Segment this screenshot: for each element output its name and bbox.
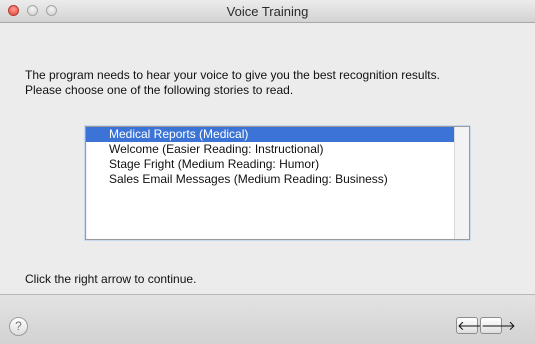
window-title: Voice Training <box>226 4 309 19</box>
story-item-sales-email-messages[interactable]: Sales Email Messages (Medium Reading: Bu… <box>86 172 469 187</box>
title-bar[interactable]: Voice Training <box>0 0 535 23</box>
bottom-toolbar: ? 🡐 🡒 <box>0 294 535 344</box>
instructions-line-1: The program needs to hear your voice to … <box>25 68 440 82</box>
continue-instruction: Click the right arrow to continue. <box>25 272 197 286</box>
instructions-text: The program needs to hear your voice to … <box>25 68 525 98</box>
right-arrow-icon: 🡒 <box>481 318 516 333</box>
instructions-line-2: Please choose one of the following stori… <box>25 83 294 97</box>
story-item-stage-fright[interactable]: Stage Fright (Medium Reading: Humor) <box>86 157 469 172</box>
content-area: The program needs to hear your voice to … <box>0 23 535 293</box>
help-button[interactable]: ? <box>9 317 28 336</box>
story-list-scrollbar[interactable] <box>454 127 469 239</box>
voice-training-window: Voice Training The program needs to hear… <box>0 0 535 344</box>
story-list[interactable]: Medical Reports (Medical) Welcome (Easie… <box>85 126 470 240</box>
story-item-medical-reports[interactable]: Medical Reports (Medical) <box>86 127 469 142</box>
story-item-welcome[interactable]: Welcome (Easier Reading: Instructional) <box>86 142 469 157</box>
next-arrow-button[interactable]: 🡒 <box>480 317 516 334</box>
back-arrow-button[interactable]: 🡐 <box>456 317 492 334</box>
question-mark-icon: ? <box>15 319 22 333</box>
